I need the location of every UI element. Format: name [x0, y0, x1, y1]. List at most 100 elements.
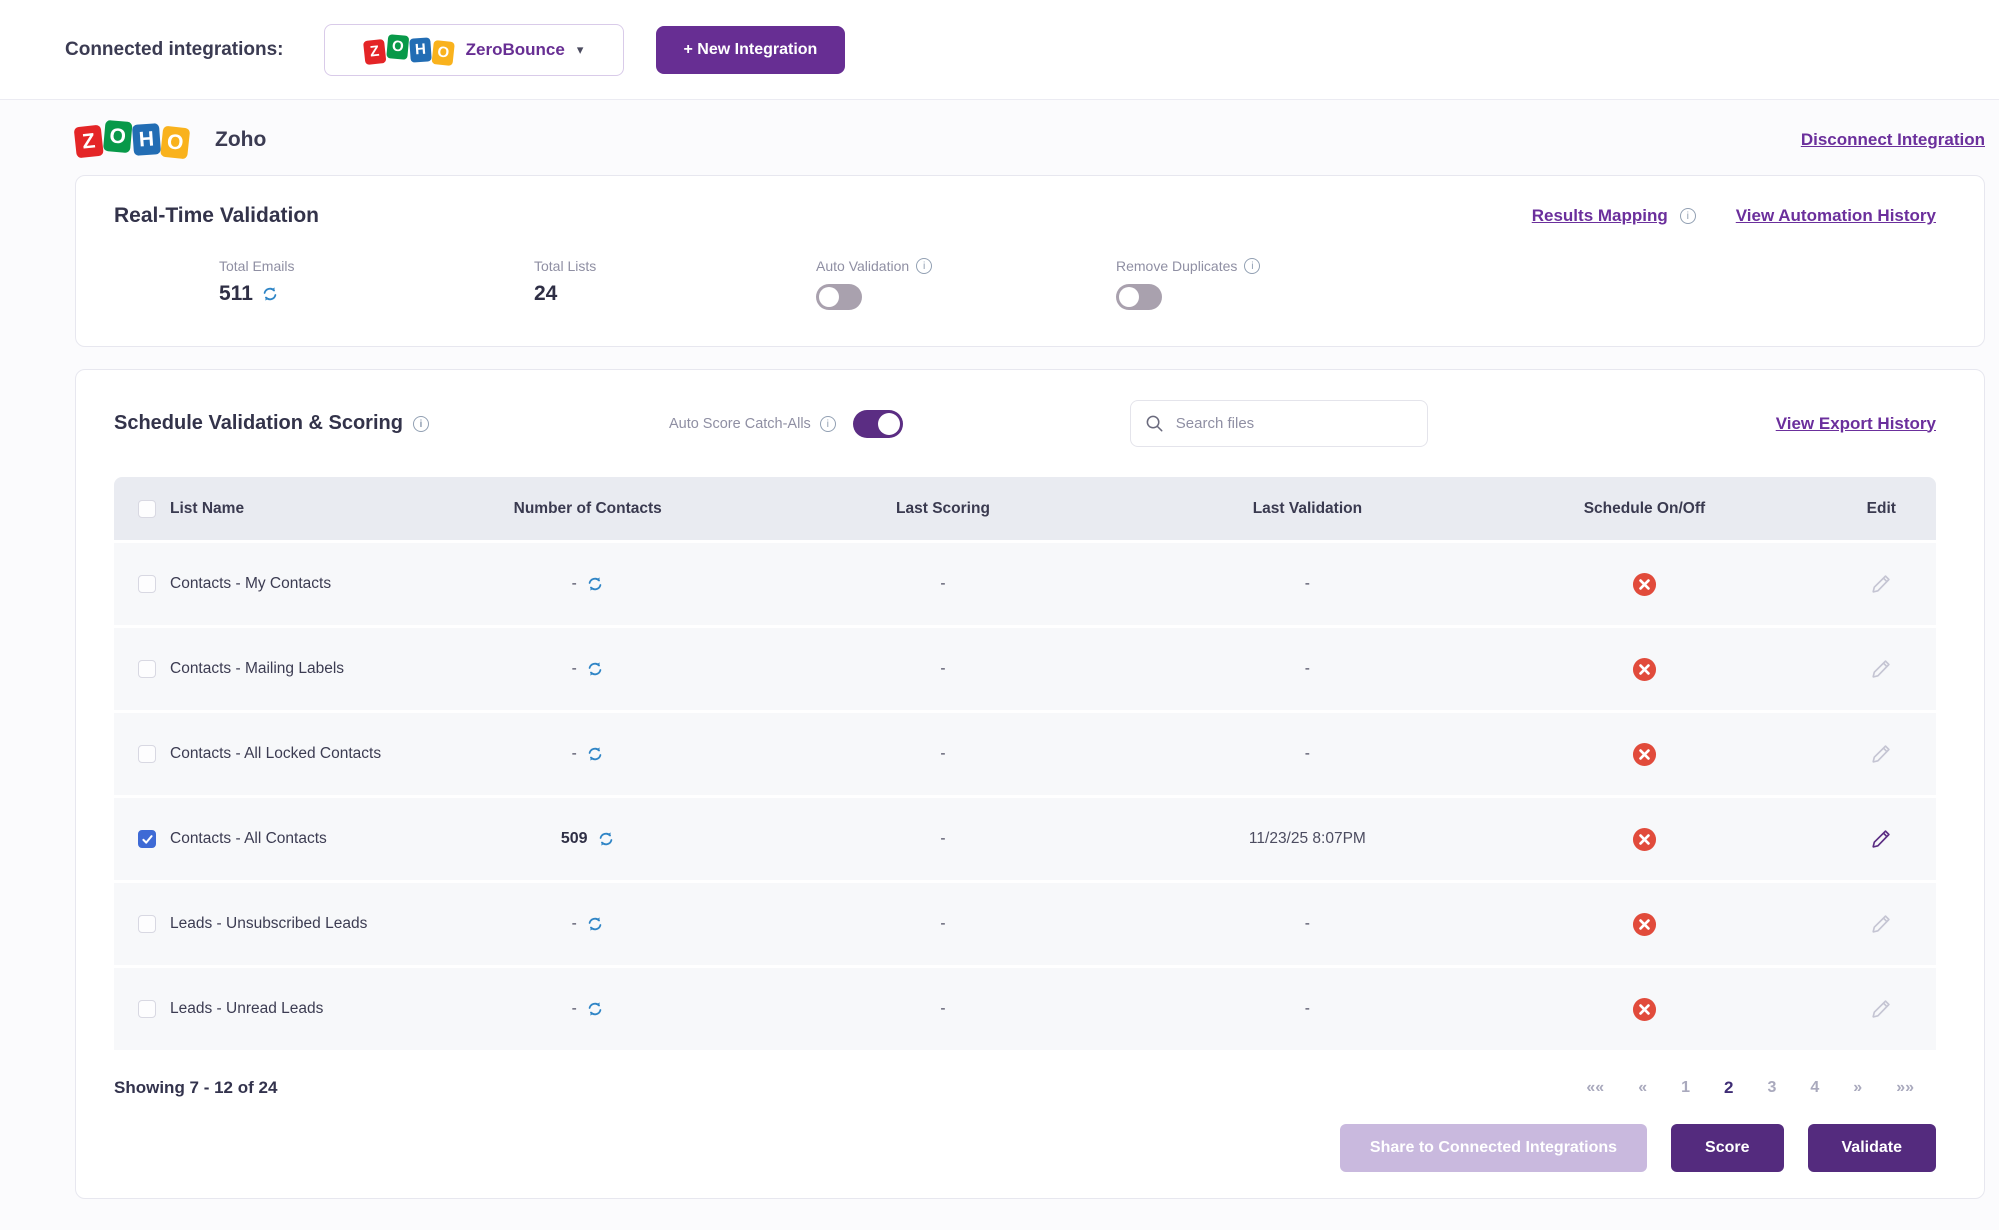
- last-validation: -: [1153, 745, 1463, 763]
- zoho-logo-icon: ZOHO: [364, 38, 454, 62]
- disconnect-integration-link[interactable]: Disconnect Integration: [1801, 130, 1985, 150]
- contacts-count: -: [572, 660, 577, 678]
- list-name: Contacts - All Locked Contacts: [170, 745, 381, 763]
- last-validation: -: [1153, 575, 1463, 593]
- total-emails-value: 511: [219, 282, 253, 306]
- table-row: Contacts - All Contacts 509 -11/23/25 8:07…: [114, 795, 1936, 880]
- refresh-icon[interactable]: [586, 915, 604, 933]
- pagination-arrow[interactable]: ««: [1586, 1079, 1604, 1097]
- auto-score-block: Auto Score Catch-Alls i: [669, 410, 903, 438]
- share-to-connected-integrations-button[interactable]: Share to Connected Integrations: [1340, 1124, 1647, 1172]
- pagination: «««1234»»»: [1586, 1078, 1936, 1098]
- total-lists-value: 24: [534, 282, 557, 306]
- refresh-icon[interactable]: [586, 1000, 604, 1018]
- table-body: Contacts - My Contacts---Contacts - Mail…: [114, 540, 1936, 1050]
- view-export-history-link[interactable]: View Export History: [1776, 414, 1936, 434]
- refresh-icon[interactable]: [586, 575, 604, 593]
- zoho-logo-tile: Z: [74, 125, 104, 159]
- search-box[interactable]: [1130, 400, 1428, 447]
- row-checkbox[interactable]: [138, 660, 156, 678]
- row-checkbox[interactable]: [138, 830, 156, 848]
- last-scoring: -: [733, 830, 1152, 848]
- total-lists-stat: Total Lists 24: [534, 258, 816, 306]
- auto-validation-block: Auto Validation i: [816, 258, 1116, 310]
- refresh-icon[interactable]: [586, 660, 604, 678]
- col-number-of-contacts: Number of Contacts: [514, 500, 662, 518]
- showing-count-label: Showing 7 - 12 of 24: [114, 1078, 277, 1098]
- integration-dropdown-value: ZeroBounce: [466, 40, 565, 60]
- zoho-logo-tile: O: [160, 126, 190, 160]
- validate-button[interactable]: Validate: [1808, 1124, 1936, 1172]
- remove-duplicates-info-icon[interactable]: i: [1244, 258, 1260, 274]
- new-integration-button[interactable]: + New Integration: [656, 26, 846, 74]
- edit-pencil-icon[interactable]: [1870, 828, 1892, 850]
- score-button[interactable]: Score: [1671, 1124, 1783, 1172]
- schedule-off-icon[interactable]: [1632, 827, 1657, 852]
- search-input[interactable]: [1176, 415, 1413, 432]
- last-scoring: -: [733, 745, 1152, 763]
- refresh-icon[interactable]: [586, 745, 604, 763]
- last-scoring: -: [733, 575, 1152, 593]
- edit-pencil-icon[interactable]: [1870, 658, 1892, 680]
- integration-dropdown[interactable]: ZOHO ZeroBounce ▾: [324, 24, 624, 76]
- view-automation-history-link[interactable]: View Automation History: [1736, 206, 1936, 226]
- pagination-arrow[interactable]: »»: [1896, 1079, 1914, 1097]
- zoho-logo-tile: H: [409, 37, 432, 62]
- last-validation: -: [1153, 1000, 1463, 1018]
- table-row: Contacts - Mailing Labels---: [114, 625, 1936, 710]
- auto-score-label: Auto Score Catch-Alls: [669, 416, 811, 432]
- row-checkbox[interactable]: [138, 915, 156, 933]
- pagination-page-4[interactable]: 4: [1810, 1079, 1819, 1097]
- schedule-off-icon[interactable]: [1632, 657, 1657, 682]
- refresh-icon[interactable]: [261, 285, 279, 303]
- remove-duplicates-label: Remove Duplicates: [1116, 258, 1237, 274]
- pagination-page-3[interactable]: 3: [1767, 1079, 1776, 1097]
- table-row: Leads - Unsubscribed Leads---: [114, 880, 1936, 965]
- contacts-count: 509: [561, 830, 588, 848]
- contacts-count: -: [572, 1000, 577, 1018]
- table-row: Contacts - My Contacts---: [114, 540, 1936, 625]
- contacts-count: -: [572, 915, 577, 933]
- pagination-page-1[interactable]: 1: [1681, 1079, 1690, 1097]
- auto-validation-toggle[interactable]: [816, 284, 862, 310]
- col-last-scoring: Last Scoring: [733, 500, 1152, 518]
- zoho-logo-tile: O: [103, 120, 133, 153]
- pagination-arrow[interactable]: »: [1853, 1079, 1862, 1097]
- last-scoring: -: [733, 1000, 1152, 1018]
- last-validation: 11/23/25 8:07PM: [1153, 830, 1463, 848]
- row-checkbox[interactable]: [138, 1000, 156, 1018]
- list-name: Contacts - All Contacts: [170, 830, 327, 848]
- edit-pencil-icon[interactable]: [1870, 913, 1892, 935]
- schedule-off-icon[interactable]: [1632, 997, 1657, 1022]
- list-name: Contacts - My Contacts: [170, 575, 331, 593]
- results-mapping-link[interactable]: Results Mapping: [1532, 206, 1668, 226]
- select-all-checkbox[interactable]: [138, 500, 156, 518]
- row-checkbox[interactable]: [138, 575, 156, 593]
- pagination-page-2[interactable]: 2: [1724, 1078, 1733, 1098]
- results-mapping-info-icon[interactable]: i: [1680, 208, 1696, 224]
- schedule-off-icon[interactable]: [1632, 742, 1657, 767]
- schedule-off-icon[interactable]: [1632, 912, 1657, 937]
- last-scoring: -: [733, 915, 1152, 933]
- integration-header: ZOHO Zoho Disconnect Integration: [75, 124, 1985, 155]
- pagination-arrow[interactable]: «: [1638, 1079, 1647, 1097]
- auto-score-toggle[interactable]: [853, 410, 903, 438]
- edit-pencil-icon[interactable]: [1870, 998, 1892, 1020]
- refresh-icon[interactable]: [597, 830, 615, 848]
- schedule-validation-info-icon[interactable]: i: [413, 416, 429, 432]
- edit-pencil-icon[interactable]: [1870, 743, 1892, 765]
- edit-pencil-icon[interactable]: [1870, 573, 1892, 595]
- col-edit: Edit: [1867, 500, 1896, 518]
- zoho-logo-tile: Z: [363, 38, 386, 64]
- auto-score-info-icon[interactable]: i: [820, 416, 836, 432]
- connected-integrations-label: Connected integrations:: [65, 39, 284, 61]
- col-schedule-on-off: Schedule On/Off: [1584, 500, 1705, 518]
- remove-duplicates-toggle[interactable]: [1116, 284, 1162, 310]
- zoho-logo-tile: H: [132, 123, 161, 156]
- schedule-off-icon[interactable]: [1632, 572, 1657, 597]
- auto-validation-info-icon[interactable]: i: [916, 258, 932, 274]
- realtime-validation-card: Real-Time Validation Results Mapping i V…: [75, 175, 1985, 347]
- col-list-name: List Name: [170, 500, 244, 518]
- row-checkbox[interactable]: [138, 745, 156, 763]
- last-validation: -: [1153, 660, 1463, 678]
